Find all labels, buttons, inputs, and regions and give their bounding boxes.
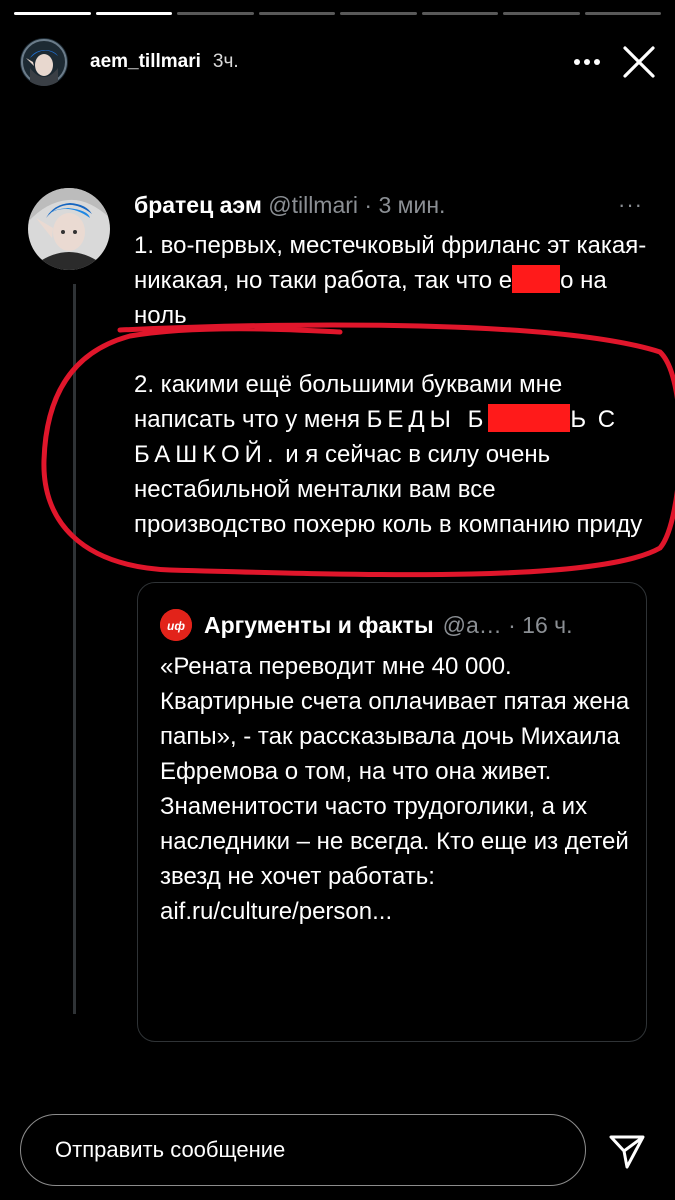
tweet-more-icon: ··· [618, 192, 643, 217]
tweet-caps-text: БЕДЫ Б [366, 406, 489, 433]
tweet-author-name: братец аэм [134, 192, 262, 218]
send-icon[interactable] [604, 1128, 650, 1174]
tweet-timestamp: 3 мин. [378, 192, 446, 218]
tweet-paragraph-1: 1. во-первых, местечковый фриланс эт как… [134, 228, 654, 333]
progress-segment [95, 12, 172, 15]
story-timestamp: 3ч. [212, 51, 239, 72]
separator-dot: · [364, 192, 373, 218]
quoted-author-handle: @a… · 16 ч. [442, 611, 573, 638]
quoted-tweet-card: иф Аргументы и факты @a… · 16 ч. «Рената… [137, 582, 647, 1042]
tweet-text: 1. во-первых, местечковый фриланс эт как… [134, 228, 654, 576]
thread-line [73, 284, 76, 1014]
quoted-author-name: Аргументы и факты [204, 611, 434, 638]
progress-segment [503, 12, 580, 15]
more-horizontal-icon[interactable] [567, 42, 607, 82]
progress-segment [340, 12, 417, 15]
close-icon[interactable] [617, 40, 661, 84]
progress-segment [14, 12, 91, 15]
quoted-tweet-header: иф Аргументы и факты @a… · 16 ч. [160, 609, 573, 641]
quoted-link: aif.ru/culture/person... [160, 898, 393, 925]
message-input[interactable]: Отправить сообщение [20, 1114, 586, 1186]
story-header: aem_tillmari 3ч. [20, 38, 661, 86]
progress-segment [421, 12, 498, 15]
quoted-tweet-text: «Рената переводит мне 40 000. Квартирные… [160, 649, 630, 929]
tweet-screenshot: братец аэм @tillmari · 3 мин. ··· 1. во-… [0, 184, 675, 1042]
tweet-author-avatar [28, 188, 110, 270]
tweet-caps-text: Ь [570, 406, 592, 433]
tweet-paragraph-2: 2. какими ещё большими буквами мне напис… [134, 367, 654, 542]
svg-text:иф: иф [167, 619, 185, 633]
tweet-author-handle: @tillmari [268, 192, 359, 218]
progress-segment [258, 12, 335, 15]
quoted-text-body: «Рената переводит мне 40 000. Квартирные… [160, 653, 630, 890]
story-username[interactable]: aem_tillmari [90, 51, 201, 73]
progress-segment [177, 12, 254, 15]
tweet-header: братец аэм @tillmari · 3 мин. [134, 192, 445, 219]
redaction-box [488, 404, 571, 432]
progress-segment [584, 12, 661, 15]
story-progress-bar [14, 12, 661, 15]
aif-logo-icon: иф [160, 609, 192, 641]
avatar[interactable] [20, 38, 68, 86]
redaction-box [512, 265, 561, 293]
